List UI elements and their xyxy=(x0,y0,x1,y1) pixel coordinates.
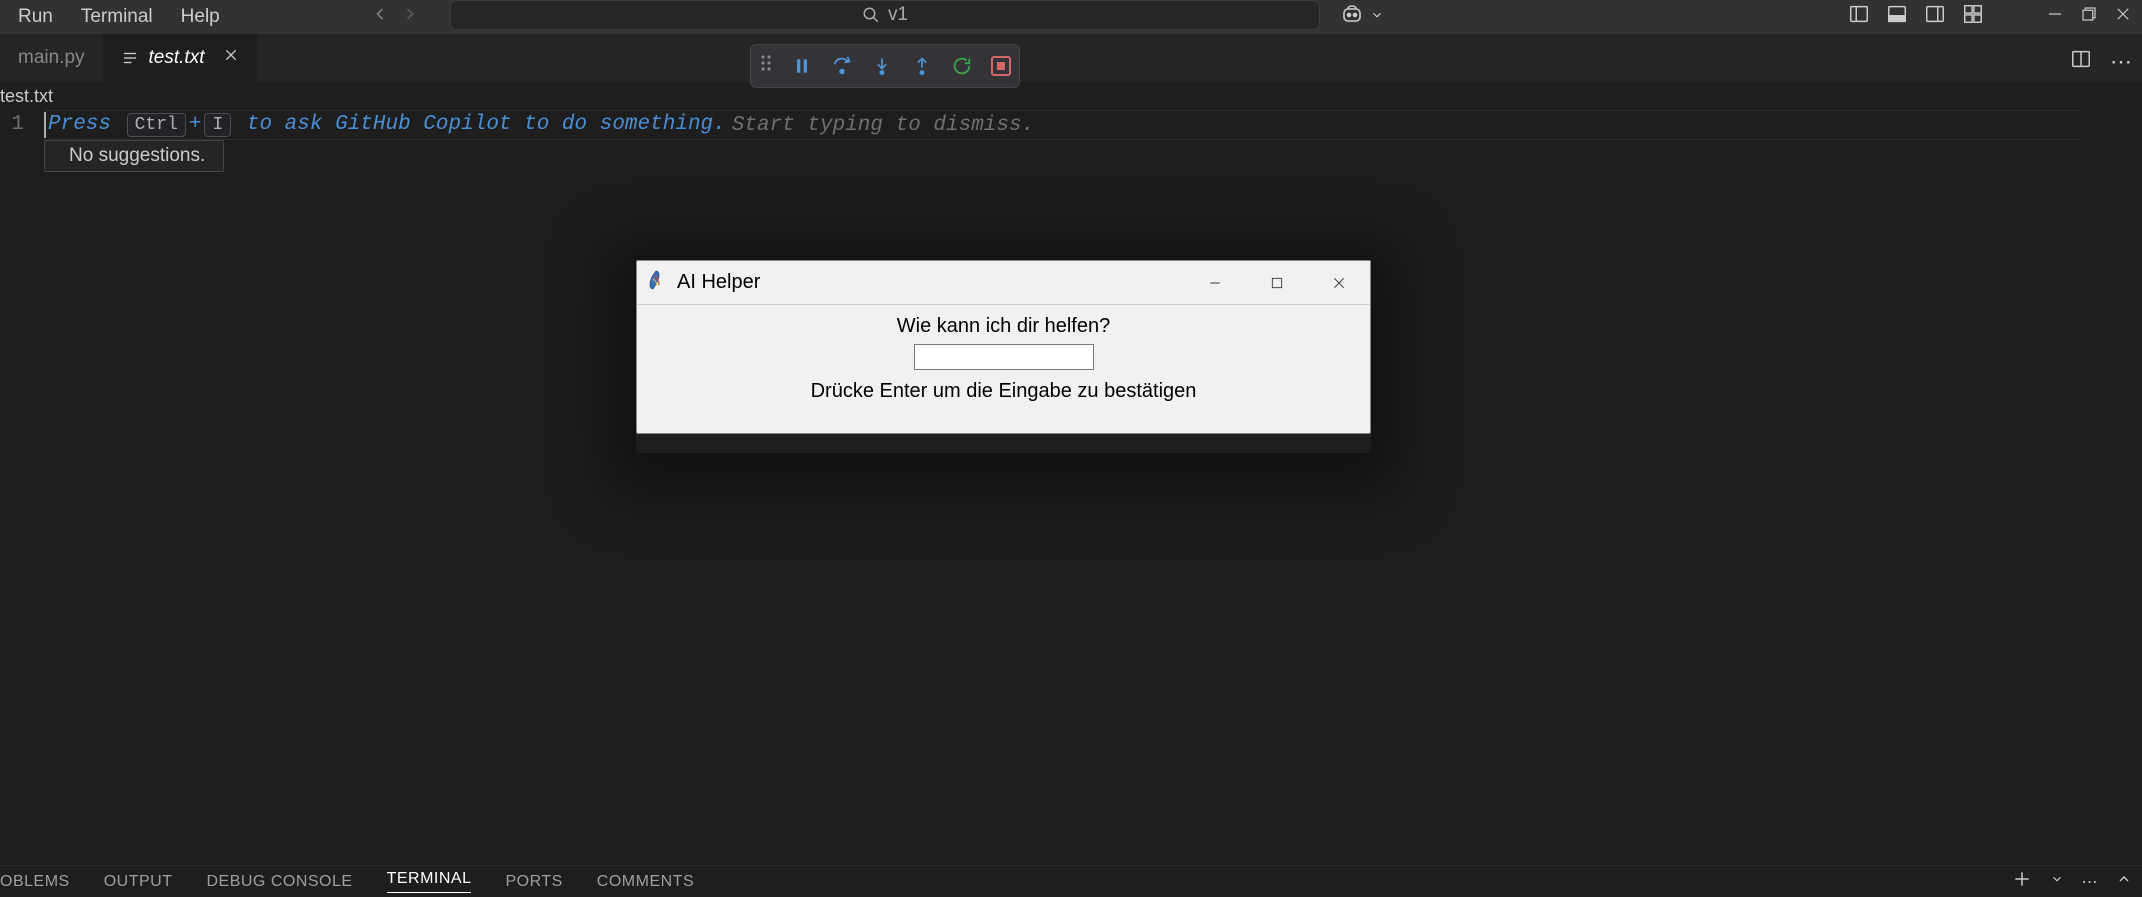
panel-tab-comments[interactable]: COMMENTS xyxy=(597,873,694,891)
dialog-maximize-icon[interactable] xyxy=(1246,261,1308,305)
nav-back-icon[interactable] xyxy=(370,4,390,30)
no-suggestions-label: No suggestions. xyxy=(69,145,205,166)
dialog-titlebar[interactable]: AI Helper xyxy=(637,261,1370,305)
file-lines-icon xyxy=(121,49,139,67)
kbd-i: I xyxy=(204,113,231,137)
panel-tabs: OBLEMS OUTPUT DEBUG CONSOLE TERMINAL POR… xyxy=(0,865,2142,897)
more-icon[interactable]: ⋯ xyxy=(2082,872,2099,892)
dismiss-hint: Start typing to dismiss. xyxy=(732,114,1034,137)
panel-tab-ports[interactable]: PORTS xyxy=(505,873,562,891)
tab-test-txt[interactable]: test.txt xyxy=(103,34,257,82)
panel-tab-output[interactable]: OUTPUT xyxy=(104,873,173,891)
breadcrumb[interactable]: test.txt xyxy=(0,82,2142,110)
text-cursor xyxy=(44,112,46,138)
chevron-up-icon[interactable] xyxy=(2116,871,2132,892)
dialog-title: AI Helper xyxy=(677,271,760,294)
more-actions-icon[interactable]: ⋯ xyxy=(2110,49,2132,75)
split-editor-icon[interactable] xyxy=(2070,48,2092,76)
debug-step-out-icon[interactable] xyxy=(911,55,933,77)
suggestions-popup: No suggestions. xyxy=(44,140,224,172)
dialog-close-icon[interactable] xyxy=(1308,261,1370,305)
menu-bar: Run Terminal Help v1 xyxy=(0,0,2142,34)
window-minimize-icon[interactable] xyxy=(2046,5,2064,29)
search-icon xyxy=(862,6,880,24)
search-text: v1 xyxy=(888,4,908,26)
menu-help[interactable]: Help xyxy=(167,1,234,33)
customize-layout-icon[interactable] xyxy=(1962,3,1984,31)
debug-pause-icon[interactable] xyxy=(791,55,813,77)
panel-tab-terminal[interactable]: TERMINAL xyxy=(387,870,472,893)
tk-feather-icon xyxy=(647,269,665,297)
panel-tab-problems[interactable]: OBLEMS xyxy=(0,873,70,891)
copilot-icon[interactable] xyxy=(1340,2,1364,32)
debug-restart-icon[interactable] xyxy=(951,55,973,77)
nav-forward-icon[interactable] xyxy=(400,4,420,30)
chevron-down-icon[interactable] xyxy=(2050,872,2064,891)
kbd-ctrl: Ctrl xyxy=(127,113,186,137)
close-icon[interactable] xyxy=(223,47,239,69)
panel-tab-debug-console[interactable]: DEBUG CONSOLE xyxy=(206,873,352,891)
new-terminal-icon[interactable] xyxy=(2012,869,2032,894)
tab-label: main.py xyxy=(18,47,85,69)
window-restore-icon[interactable] xyxy=(2080,5,2098,29)
menu-terminal[interactable]: Terminal xyxy=(67,1,167,33)
layout-panel-bottom-icon[interactable] xyxy=(1886,3,1908,31)
dialog-minimize-icon[interactable] xyxy=(1184,261,1246,305)
tab-main-py[interactable]: main.py xyxy=(0,34,103,82)
debug-step-over-icon[interactable] xyxy=(831,55,853,77)
menu-run[interactable]: Run xyxy=(4,1,67,33)
layout-sidebar-left-icon[interactable] xyxy=(1848,3,1870,31)
line-number: 1 xyxy=(0,110,30,140)
debug-toolbar xyxy=(750,44,1020,88)
chevron-down-icon[interactable] xyxy=(1370,6,1384,28)
copilot-hint: Press Ctrl+I to ask GitHub Copilot to do… xyxy=(48,113,726,137)
layout-sidebar-right-icon[interactable] xyxy=(1924,3,1946,31)
breadcrumb-file: test.txt xyxy=(0,86,53,106)
tab-label: test.txt xyxy=(149,47,205,69)
drag-grip-icon[interactable] xyxy=(759,53,773,79)
debug-stop-icon[interactable] xyxy=(991,56,1011,76)
ai-helper-dialog: AI Helper Wie kann ich dir helfen? Drück… xyxy=(636,260,1371,434)
dialog-prompt: Wie kann ich dir helfen? xyxy=(637,315,1370,338)
dialog-input[interactable] xyxy=(914,344,1094,370)
editor-line-1[interactable]: Press Ctrl+I to ask GitHub Copilot to do… xyxy=(44,110,2082,140)
debug-step-into-icon[interactable] xyxy=(871,55,893,77)
dialog-helper-text: Drücke Enter um die Eingabe zu bestätige… xyxy=(637,380,1370,403)
command-center[interactable]: v1 xyxy=(450,0,1320,30)
editor-tabs: main.py test.txt xyxy=(0,34,2142,82)
window-close-icon[interactable] xyxy=(2114,5,2132,29)
